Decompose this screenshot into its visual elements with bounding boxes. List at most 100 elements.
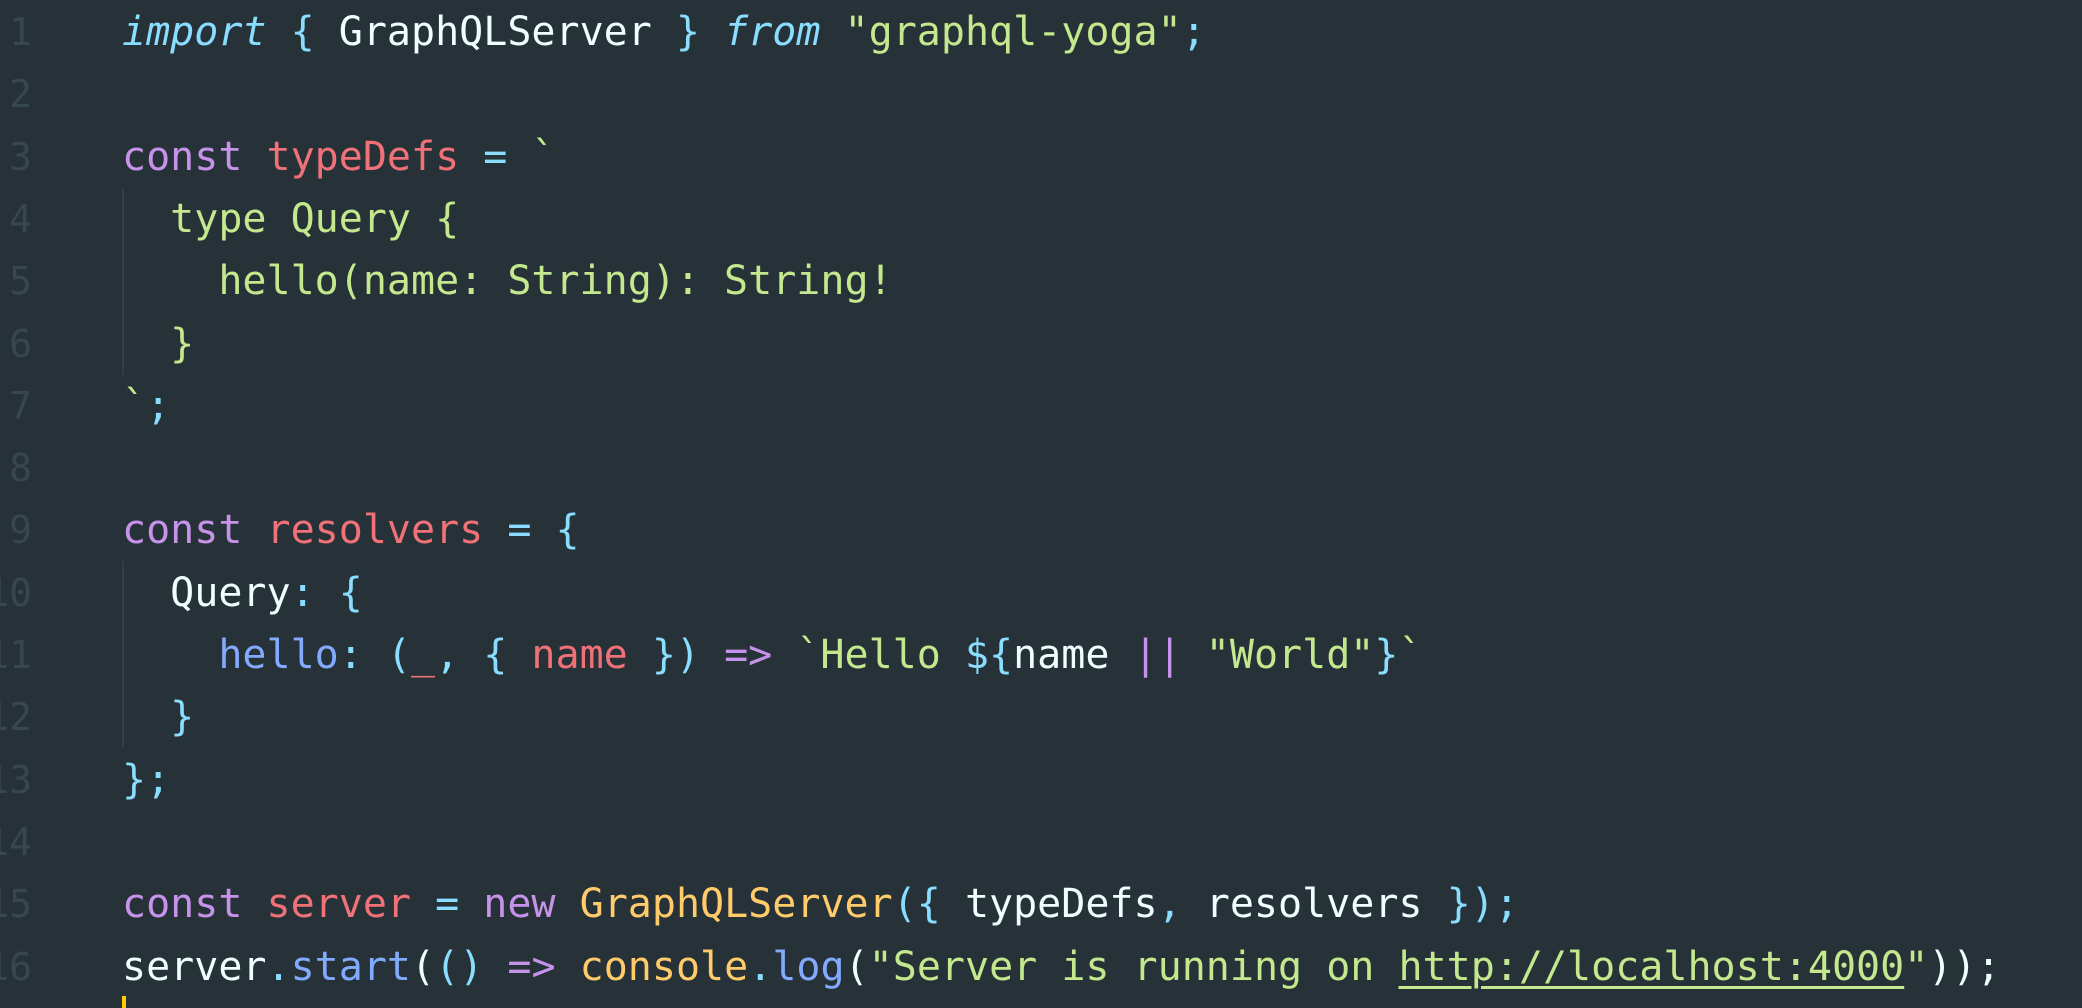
- text-cursor: [122, 996, 126, 1008]
- code-text[interactable]: Query: {: [122, 562, 363, 624]
- code-token: ;: [146, 382, 171, 429]
- code-token: start: [290, 943, 412, 990]
- code-text[interactable]: const typeDefs = `: [122, 126, 556, 188]
- code-token: });: [1446, 881, 1519, 928]
- code-token: typeDefs: [964, 881, 1158, 928]
- code-token: `: [531, 133, 556, 180]
- code-token: {: [290, 9, 315, 55]
- code-token: server: [122, 943, 267, 990]
- line-number: 8: [9, 446, 32, 491]
- code-token: };: [122, 756, 171, 803]
- code-token: "Server is running on: [868, 943, 1399, 990]
- line-number: 5: [9, 259, 32, 304]
- code-token: GraphQLServer: [314, 9, 676, 55]
- code-token: from: [724, 9, 821, 55]
- line-number: 11: [0, 633, 32, 677]
- code-text[interactable]: hello(name: String): String!: [122, 250, 892, 312]
- code-token: ));: [1928, 943, 2001, 990]
- code-token: .: [266, 943, 291, 990]
- code-token: const: [122, 881, 243, 928]
- line-number: 1: [9, 10, 32, 54]
- line-number: 15: [0, 882, 32, 927]
- code-text[interactable]: `;: [122, 375, 170, 437]
- code-token: ,: [1157, 881, 1206, 928]
- code-text[interactable]: server.start(() => console.log("Server i…: [122, 936, 2001, 998]
- code-text[interactable]: import { GraphQLServer } from "graphql-y…: [122, 1, 1206, 63]
- code-token: }: [122, 320, 195, 367]
- code-text[interactable]: const resolvers = {: [122, 499, 580, 561]
- code-token: import: [122, 9, 267, 55]
- code-token: {: [555, 507, 580, 554]
- code-token: const: [122, 507, 243, 554]
- code-token: Query: [122, 569, 291, 616]
- code-token: ;: [1181, 9, 1206, 55]
- line-number: 9: [9, 508, 32, 553]
- code-token: GraphQLServer: [579, 881, 893, 928]
- line-number: 13: [0, 757, 32, 802]
- code-text[interactable]: const server = new GraphQLServer({ typeD…: [122, 873, 1519, 935]
- code-token: (: [844, 943, 869, 990]
- code-token: =>: [724, 632, 773, 678]
- code-text[interactable]: }: [122, 313, 194, 375]
- code-token: name: [531, 632, 628, 678]
- code-token: console: [579, 943, 749, 990]
- line-number: 7: [9, 383, 32, 428]
- code-token: const: [122, 133, 243, 180]
- code-token: typeDefs: [266, 133, 460, 180]
- line-number: 2: [9, 72, 32, 117]
- code-editor[interactable]: 1 import { GraphQLServer } from "graphql-…: [0, 0, 2082, 1008]
- line-number: 12: [0, 695, 32, 740]
- code-token: new: [483, 881, 556, 928]
- code-token: resolvers: [1205, 881, 1447, 928]
- code-token: `Hello: [796, 632, 965, 678]
- code-token: }): [627, 632, 725, 678]
- code-token: =>: [507, 943, 556, 990]
- code-token: ": [1904, 943, 1929, 990]
- code-text[interactable]: hello: (_, { name }) => `Hello ${name ||…: [122, 624, 1423, 686]
- code-token: : (: [338, 632, 411, 678]
- code-token: .: [748, 943, 773, 990]
- code-token: type Query {: [122, 195, 460, 242]
- code-token: (: [411, 943, 436, 990]
- line-number: 10: [0, 570, 32, 615]
- code-token: , {: [435, 632, 532, 678]
- code-token: "graphql-yoga": [844, 9, 1182, 55]
- code-token: resolvers: [266, 507, 484, 554]
- code-token: server: [266, 881, 412, 928]
- line-number: 4: [9, 196, 32, 241]
- line-number: 14: [0, 819, 32, 864]
- code-token: "World": [1205, 632, 1375, 678]
- code-token: }: [675, 9, 701, 55]
- code-token: `: [122, 382, 147, 429]
- code-token: hello: [218, 632, 339, 678]
- code-token: name: [1013, 632, 1134, 678]
- code-token: `: [1398, 632, 1423, 678]
- code-token: ({: [892, 881, 965, 928]
- code-text[interactable]: }: [122, 686, 194, 748]
- code-token: =: [411, 881, 484, 928]
- line-number: 16: [0, 944, 32, 989]
- code-token: : {: [290, 569, 363, 616]
- code-token[interactable]: http://localhost:4000: [1398, 944, 1904, 990]
- code-token: log: [772, 943, 845, 990]
- code-token: _: [411, 632, 436, 678]
- code-token: ${: [964, 632, 1014, 678]
- code-text[interactable]: };: [122, 749, 170, 811]
- line-number: 6: [9, 321, 32, 366]
- line-number: 3: [9, 134, 32, 179]
- code-text[interactable]: type Query {: [122, 188, 459, 250]
- code-token: }: [122, 694, 195, 741]
- code-token: (): [435, 943, 484, 990]
